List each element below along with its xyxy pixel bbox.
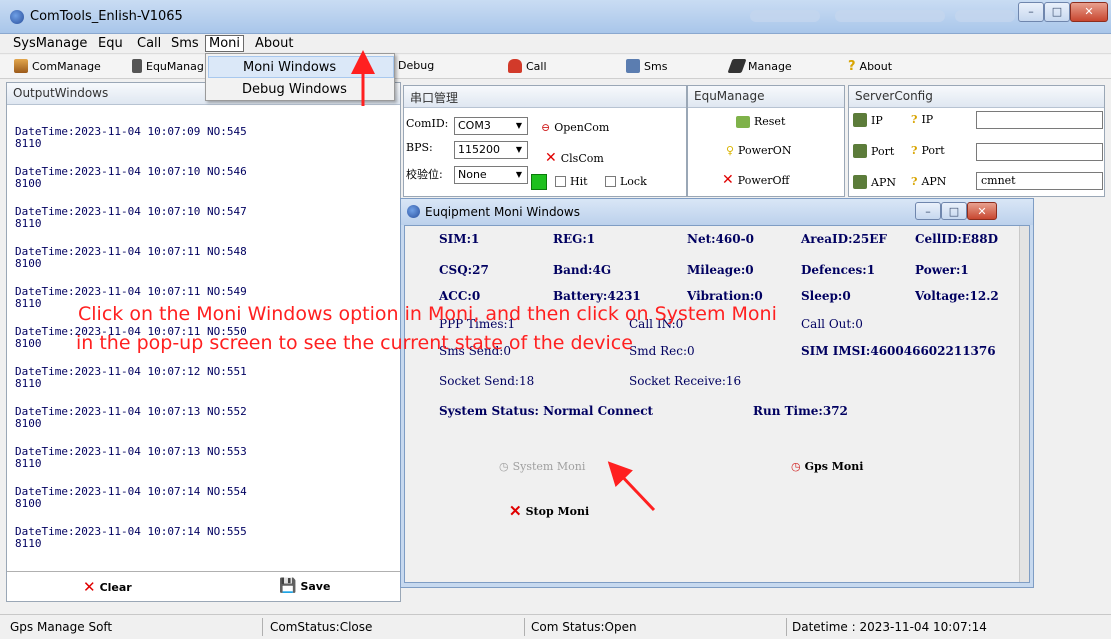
status-datetime: Datetime : 2023-11-04 10:07:14 [792,620,987,634]
annotation-line-1: Click on the Moni Windows option in Moni… [78,303,777,325]
status-app: Gps Manage Soft [10,620,113,634]
annotation-line-2: in the pop-up screen to see the current … [76,332,633,354]
status-com-close: ComStatus:Close [270,620,373,634]
status-bar: Gps Manage Soft ComStatus:Close Com Stat… [0,614,1111,639]
status-com-open: Com Status:Open [531,620,637,634]
arrow-diagonal-icon [607,461,656,512]
